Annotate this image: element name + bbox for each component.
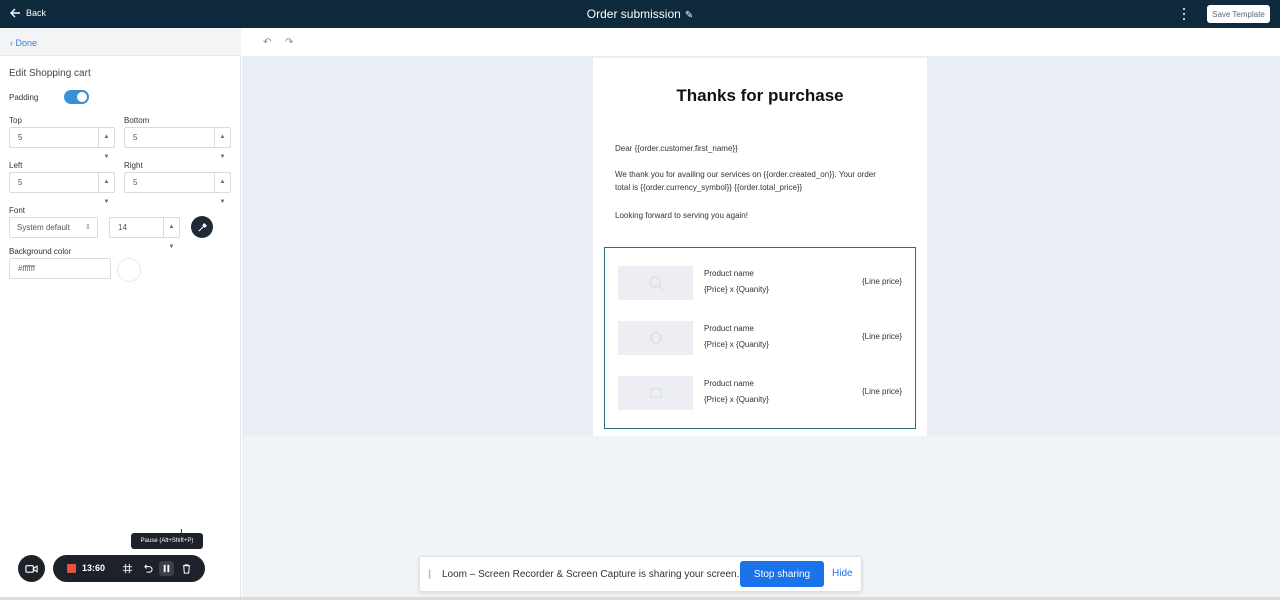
bottom-label: Bottom: [124, 116, 150, 125]
font-color-picker[interactable]: [191, 216, 213, 238]
email-title: Thanks for purchase: [676, 86, 844, 105]
line-price: {Line price}: [861, 277, 902, 286]
restart-icon[interactable]: [140, 561, 155, 576]
chevron-down-icon[interactable]: ▼: [215, 192, 230, 212]
bottom-input[interactable]: 5 ▲ ▼: [124, 127, 231, 160]
product-name: Product name: [704, 269, 754, 278]
undo-bar: ↶ ↷: [242, 28, 1280, 56]
bottom-value: 5: [133, 133, 138, 142]
top-label: Top: [9, 116, 22, 125]
save-template-button[interactable]: Save Template: [1207, 5, 1270, 23]
share-message: Loom – Screen Recorder & Screen Capture …: [442, 569, 740, 580]
email-closing: Looking forward to serving you again!: [615, 211, 748, 220]
background-color-value: #ffffff: [18, 264, 36, 273]
right-stepper[interactable]: ▲ ▼: [214, 173, 230, 205]
background-color-swatch[interactable]: [117, 258, 141, 282]
done-bar: ‹ Done: [0, 28, 241, 56]
chevron-up-icon[interactable]: ▲: [164, 218, 179, 237]
font-label: Font: [9, 206, 26, 215]
cart-item: Product name {Price} x {Quanity} {Line p…: [605, 376, 915, 412]
pencil-icon[interactable]: ✎: [685, 10, 693, 21]
email-greeting: Dear {{order.customer.first_name}}: [615, 144, 738, 153]
product-name: Product name: [704, 379, 754, 388]
select-caret-icon: ⇕: [85, 224, 91, 231]
undo-icon[interactable]: ↶: [263, 37, 271, 48]
eyedropper-icon: [197, 222, 207, 232]
product-quantity: {Price} x {Quanity}: [704, 340, 769, 349]
screen-share-bar: || Loom – Screen Recorder & Screen Captu…: [419, 556, 862, 592]
chevron-up-icon[interactable]: ▲: [215, 128, 230, 147]
trash-icon[interactable]: [179, 561, 194, 576]
cart-item: Product name {Price} x {Quanity} {Line p…: [605, 321, 915, 357]
product-name: Product name: [704, 324, 754, 333]
chevron-down-icon[interactable]: ▼: [99, 192, 114, 212]
chevron-down-icon[interactable]: ▼: [215, 147, 230, 167]
image-placeholder-icon: [649, 388, 662, 398]
product-quantity: {Price} x {Quanity}: [704, 395, 769, 404]
panel-title: Edit Shopping cart: [9, 68, 91, 79]
line-price: {Line price}: [861, 332, 902, 341]
top-input[interactable]: 5 ▲ ▼: [9, 127, 115, 160]
email-body-line-2: total is {{order.currency_symbol}} {{ord…: [615, 183, 803, 192]
left-label: Left: [9, 161, 23, 170]
page-title[interactable]: Order submission ✎: [0, 7, 1280, 21]
font-size-input[interactable]: 14 ▲ ▼: [109, 217, 180, 250]
background-color-label: Background color: [9, 247, 72, 256]
product-image-placeholder: [618, 376, 693, 410]
hide-button[interactable]: Hide: [832, 568, 853, 579]
font-size-stepper[interactable]: ▲ ▼: [163, 218, 179, 250]
shopping-cart-block[interactable]: Product name {Price} x {Quanity} {Line p…: [604, 247, 916, 429]
left-input[interactable]: 5 ▲ ▼: [9, 172, 115, 205]
image-placeholder-icon: [649, 332, 662, 344]
redo-icon[interactable]: ↷: [285, 37, 293, 48]
recording-time: 13:60: [82, 563, 106, 573]
background-color-input[interactable]: #ffffff: [9, 258, 111, 279]
cart-item: Product name {Price} x {Quanity} {Line p…: [605, 266, 915, 302]
top-value: 5: [18, 133, 23, 142]
bottom-stepper[interactable]: ▲ ▼: [214, 128, 230, 160]
padding-toggle[interactable]: [64, 90, 89, 104]
text-cursor-icon: I: [180, 528, 183, 539]
top-stepper[interactable]: ▲ ▼: [98, 128, 114, 160]
top-bar: Back Order submission ✎ Save Template: [0, 0, 1280, 28]
right-label: Right: [124, 161, 143, 170]
product-image-placeholder: [618, 321, 693, 355]
done-link[interactable]: ‹ Done: [10, 38, 37, 48]
loom-camera-button[interactable]: [18, 555, 45, 582]
done-label: Done: [15, 38, 38, 48]
chevron-down-icon[interactable]: ▼: [164, 237, 179, 257]
more-options-icon[interactable]: [1180, 7, 1188, 21]
chevron-up-icon[interactable]: ▲: [99, 128, 114, 147]
image-placeholder-icon: [648, 276, 664, 291]
grid-icon[interactable]: [120, 561, 135, 576]
line-price: {Line price}: [861, 387, 902, 396]
chevron-up-icon[interactable]: ▲: [215, 173, 230, 192]
product-quantity: {Price} x {Quanity}: [704, 285, 769, 294]
pause-button[interactable]: [159, 561, 174, 576]
right-input[interactable]: 5 ▲ ▼: [124, 172, 231, 205]
font-size-value: 14: [118, 223, 127, 232]
email-preview[interactable]: Thanks for purchase Dear {{order.custome…: [593, 58, 927, 436]
chevron-down-icon[interactable]: ▼: [99, 147, 114, 167]
page-title-text: Order submission: [586, 7, 681, 21]
left-value: 5: [18, 178, 23, 187]
drag-handle-icon[interactable]: ||: [428, 569, 432, 580]
video-camera-icon: [25, 565, 38, 573]
left-stepper[interactable]: ▲ ▼: [98, 173, 114, 205]
pause-tooltip: Pause (Alt+Shift+P): [131, 533, 203, 549]
stop-recording-icon[interactable]: [67, 564, 76, 573]
product-image-placeholder: [618, 266, 693, 300]
padding-label: Padding: [9, 93, 39, 102]
font-family-select[interactable]: System default ⇕: [9, 217, 98, 238]
chevron-up-icon[interactable]: ▲: [99, 173, 114, 192]
font-family-value: System default: [17, 223, 70, 232]
toggle-knob: [77, 92, 87, 102]
loom-control-bar: 13:60: [53, 555, 205, 582]
pause-icon: [163, 564, 170, 573]
email-body-line-1: We thank you for availing our services o…: [615, 170, 876, 179]
stop-sharing-button[interactable]: Stop sharing: [740, 561, 824, 587]
editor-canvas: ↶ ↷ Thanks for purchase Dear {{order.cus…: [242, 28, 1280, 600]
right-value: 5: [133, 178, 138, 187]
sidebar: ‹ Done Edit Shopping cart Padding Top Bo…: [0, 28, 241, 600]
